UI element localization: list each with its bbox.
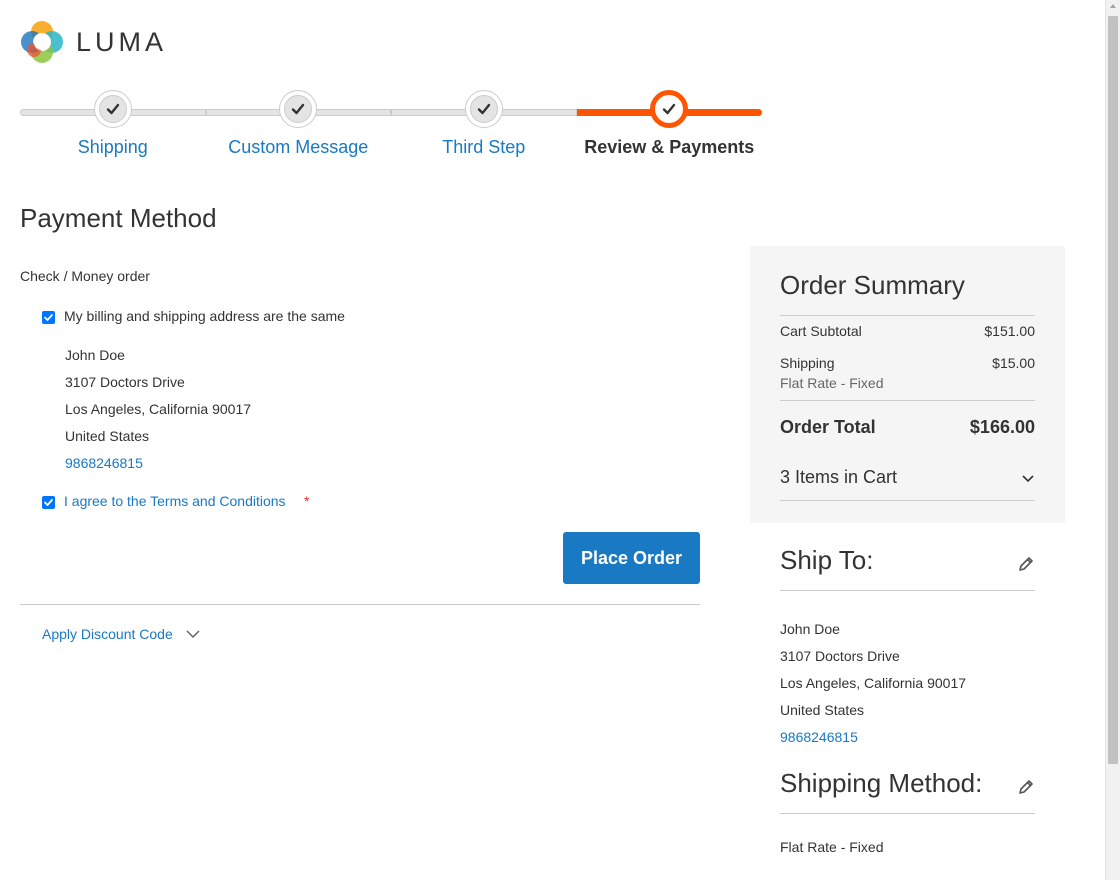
order-total-label: Order Total — [780, 417, 876, 437]
shipping-method-note: Flat Rate - Fixed — [780, 375, 884, 391]
address-phone-link[interactable]: 9868246815 — [780, 724, 966, 751]
luma-logo[interactable]: LUMA — [20, 20, 167, 64]
section-divider — [20, 604, 700, 605]
checkmark-icon — [292, 103, 305, 115]
place-order-button[interactable]: Place Order — [563, 532, 700, 584]
shipping-row: Shipping $15.00 — [780, 355, 1035, 371]
chevron-down-icon — [1022, 474, 1034, 482]
terms-checkbox[interactable] — [42, 496, 55, 509]
cart-subtotal-value: $151.00 — [984, 323, 1035, 339]
checkbox-check-icon — [44, 499, 53, 506]
edit-pencil-icon[interactable] — [1017, 555, 1035, 573]
progress-step-label[interactable]: Third Step — [391, 137, 577, 158]
cart-subtotal-label: Cart Subtotal — [780, 323, 862, 339]
address-street: 3107 Doctors Drive — [780, 648, 900, 664]
apply-discount-toggle[interactable]: Apply Discount Code — [42, 626, 201, 642]
scrollbar-thumb[interactable] — [1108, 16, 1118, 764]
shipping-label: Shipping — [780, 355, 835, 371]
step-indicator — [650, 90, 689, 128]
summary-divider — [780, 315, 1035, 316]
progress-step-review-payments: Review & Payments — [576, 90, 762, 170]
progress-step-label[interactable]: Custom Message — [206, 137, 392, 158]
order-total-value: $166.00 — [969, 417, 1035, 437]
terms-conditions-link[interactable]: I agree to the Terms and Conditions — [64, 493, 286, 509]
step-indicator — [279, 90, 318, 128]
items-in-cart-label[interactable]: 3 Items in Cart — [780, 467, 897, 488]
billing-address: John Doe 3107 Doctors Drive Los Angeles,… — [65, 342, 251, 477]
required-marker: * — [304, 493, 310, 509]
address-city: Los Angeles, California 90017 — [65, 401, 252, 417]
order-total-row: Order Total $166.00 — [780, 417, 1035, 438]
address-city: Los Angeles, California 90017 — [780, 675, 967, 691]
logo-text: LUMA — [76, 26, 168, 57]
checkmark-icon — [106, 103, 119, 115]
step-indicator — [93, 90, 132, 128]
address-name: John Doe — [65, 347, 125, 363]
checkmark-icon — [663, 103, 676, 115]
section-divider — [780, 590, 1035, 591]
apply-discount-label[interactable]: Apply Discount Code — [42, 626, 173, 642]
order-summary-title: Order Summary — [780, 270, 965, 300]
address-phone-link[interactable]: 9868246815 — [65, 450, 251, 477]
progress-step-custom-message[interactable]: Custom Message — [205, 90, 392, 170]
luma-logo-icon — [21, 21, 63, 63]
checkbox-check-icon — [44, 314, 53, 321]
section-divider — [780, 813, 1035, 814]
address-country: United States — [65, 428, 150, 444]
edit-pencil-icon[interactable] — [1017, 778, 1035, 796]
payment-method-option-label[interactable]: Check / Money order — [20, 268, 150, 284]
cart-subtotal-row: Cart Subtotal $151.00 — [780, 323, 1035, 339]
page-scrollbar[interactable] — [1105, 0, 1120, 880]
address-country: United States — [780, 702, 865, 718]
step-indicator — [464, 90, 503, 128]
shipping-method-value: Flat Rate - Fixed — [780, 839, 884, 855]
progress-step-third-step[interactable]: Third Step — [391, 90, 577, 170]
checkmark-icon — [477, 103, 490, 115]
payment-method-title: Payment Method — [20, 203, 217, 233]
shipping-value: $15.00 — [992, 355, 1035, 371]
summary-divider — [780, 500, 1035, 501]
progress-step-shipping[interactable]: Shipping — [20, 90, 206, 170]
items-in-cart-toggle[interactable]: 3 Items in Cart — [780, 467, 1035, 488]
billing-same-label[interactable]: My billing and shipping address are the … — [64, 308, 345, 324]
address-name: John Doe — [780, 621, 840, 637]
ship-to-address: John Doe 3107 Doctors Drive Los Angeles,… — [780, 616, 966, 751]
billing-same-checkbox[interactable] — [42, 311, 55, 324]
progress-step-label: Review & Payments — [584, 137, 755, 157]
shipping-method-title: Shipping Method: — [780, 768, 983, 798]
progress-step-label[interactable]: Shipping — [20, 137, 206, 158]
chevron-down-icon — [186, 630, 200, 639]
ship-to-title: Ship To: — [780, 545, 874, 575]
summary-divider — [780, 400, 1035, 401]
address-street: 3107 Doctors Drive — [65, 374, 185, 390]
checkout-progress-bar: Shipping Custom Message Third Step Revie… — [20, 90, 762, 170]
scroll-up-arrow-icon[interactable] — [1110, 4, 1116, 8]
